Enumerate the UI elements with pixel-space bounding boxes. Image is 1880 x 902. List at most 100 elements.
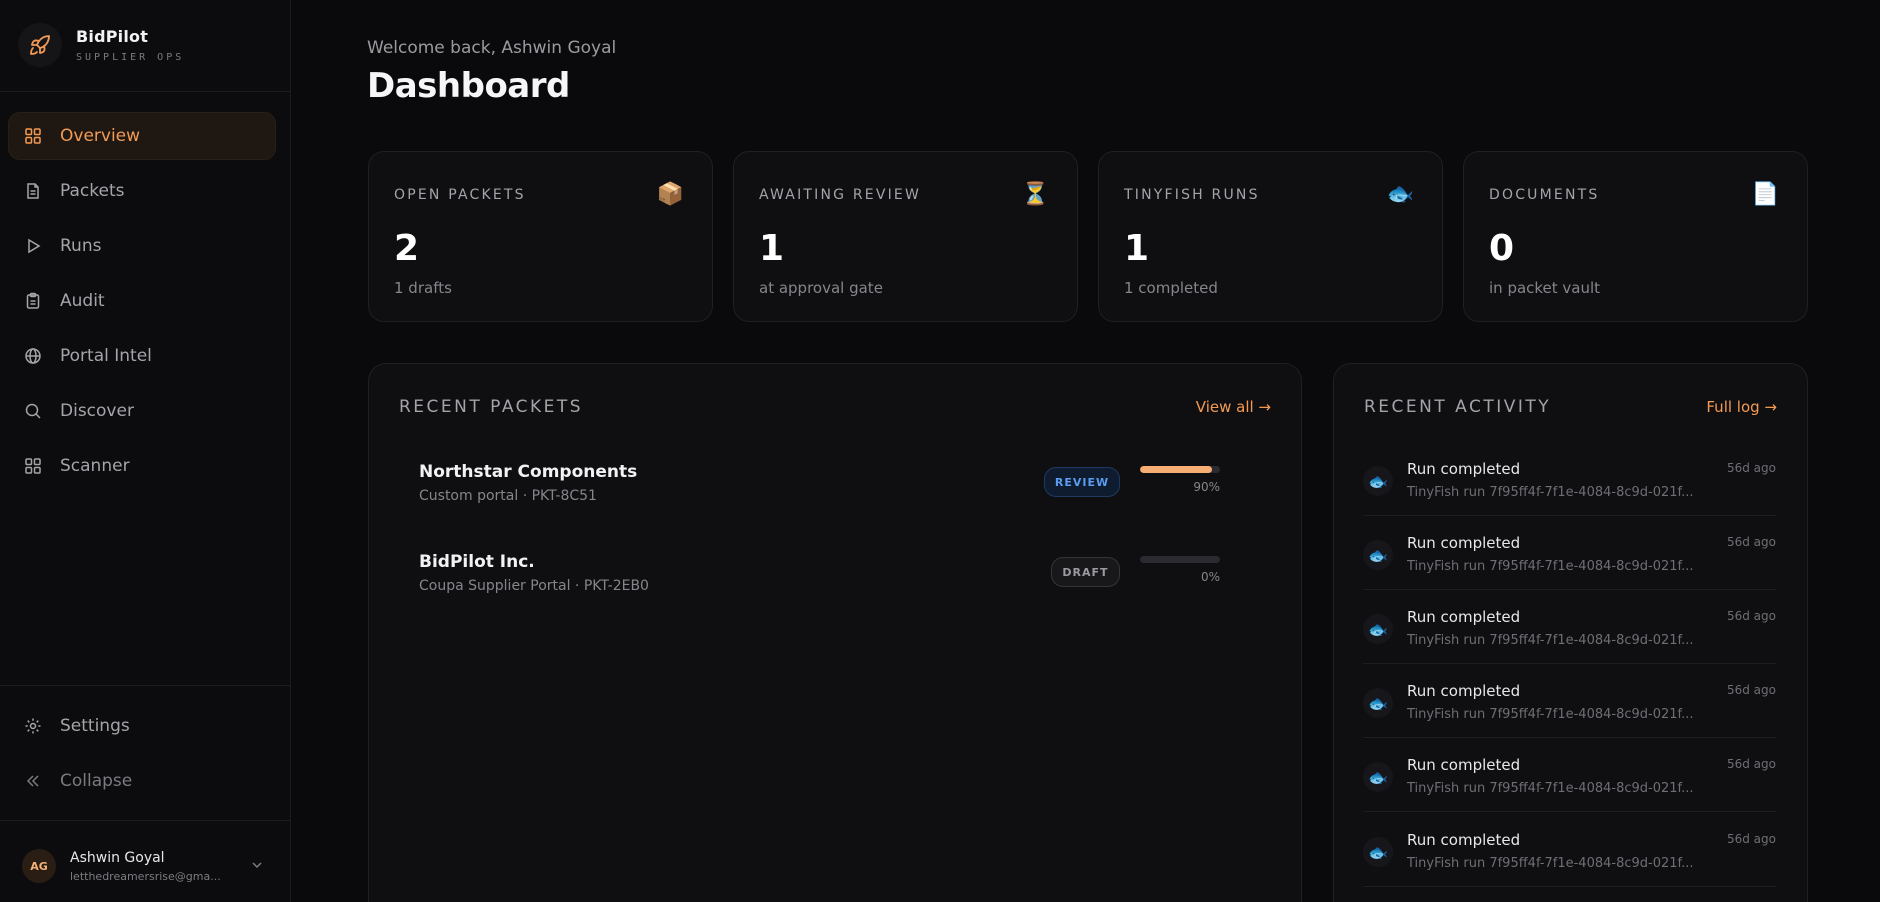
sidebar-item-label: Collapse: [60, 771, 133, 791]
sidebar-item-overview[interactable]: Overview: [8, 112, 276, 160]
activity-title: Run completed: [1407, 460, 1521, 478]
stat-subtext: in packet vault: [1489, 279, 1601, 297]
document-icon: [23, 181, 43, 201]
stat-card-tinyfish-runs[interactable]: TINYFISH RUNS 🐟 1 1 completed: [1098, 151, 1443, 322]
fish-icon: 🐟: [1363, 540, 1393, 570]
sidebar-divider: [0, 685, 290, 686]
stat-card-awaiting-review[interactable]: AWAITING REVIEW ⏳ 1 at approval gate: [733, 151, 1078, 322]
activity-item[interactable]: 🐟 Run completed TinyFish run 7f95ff4f-7f…: [1363, 602, 1776, 664]
activity-timestamp: 56d ago: [1726, 535, 1776, 549]
stat-label: OPEN PACKETS: [394, 187, 526, 203]
chevron-down-icon: [250, 857, 264, 876]
gear-icon: [23, 716, 43, 736]
stat-value: 1: [759, 228, 785, 269]
stat-value: 1: [1124, 228, 1150, 269]
sidebar-item-label: Runs: [60, 236, 102, 256]
sidebar-nav: Overview Packets Runs Audit Portal Intel: [8, 112, 276, 497]
activity-item[interactable]: 🐟 Run completed TinyFish run 7f95ff4f-7f…: [1363, 676, 1776, 738]
activity-title: Run completed: [1407, 756, 1521, 774]
progress-bar: [1140, 466, 1220, 473]
fish-icon: 🐟: [1386, 182, 1414, 207]
fish-icon: 🐟: [1363, 762, 1393, 792]
brand-subtitle: SUPPLIER OPS: [76, 52, 185, 63]
stat-card-documents[interactable]: DOCUMENTS 📄 0 in packet vault: [1463, 151, 1808, 322]
sidebar-divider: [0, 91, 290, 92]
activity-item[interactable]: 🐟 Run completed TinyFish run 7f95ff4f-7f…: [1363, 528, 1776, 590]
user-menu[interactable]: AG Ashwin Goyal letthedreamersrise@gma..…: [22, 845, 272, 887]
status-badge: DRAFT: [1051, 557, 1120, 587]
progress-percent: 90%: [1193, 480, 1220, 494]
activity-description: TinyFish run 7f95ff4f-7f1e-4084-8c9d-021…: [1407, 633, 1694, 648]
sidebar-bottom-nav: Settings Collapse: [8, 702, 276, 812]
grid-icon: [23, 456, 43, 476]
stat-subtext: 1 completed: [1124, 279, 1218, 297]
page-title: Dashboard: [367, 66, 570, 106]
packet-row[interactable]: BidPilot Inc. Coupa Supplier Portal · PK…: [419, 552, 1259, 608]
activity-item[interactable]: 🐟 Run completed TinyFish run 7f95ff4f-7f…: [1363, 454, 1776, 516]
activity-description: TinyFish run 7f95ff4f-7f1e-4084-8c9d-021…: [1407, 559, 1694, 574]
recent-activity-panel: RECENT ACTIVITY Full log → 🐟 Run complet…: [1333, 363, 1808, 902]
activity-item[interactable]: 🐟 Run completed TinyFish run 7f95ff4f-7f…: [1363, 825, 1776, 887]
fish-icon: 🐟: [1363, 466, 1393, 496]
sidebar-item-portal-intel[interactable]: Portal Intel: [8, 332, 276, 380]
packet-meta: Coupa Supplier Portal · PKT-2EB0: [419, 578, 649, 594]
activity-title: Run completed: [1407, 534, 1521, 552]
activity-title: Run completed: [1407, 608, 1521, 626]
user-email: letthedreamersrise@gma...: [70, 869, 221, 883]
packet-row[interactable]: Northstar Components Custom portal · PKT…: [419, 462, 1259, 518]
activity-timestamp: 56d ago: [1726, 757, 1776, 771]
stat-subtext: 1 drafts: [394, 279, 452, 297]
progress-percent: 0%: [1200, 570, 1220, 584]
stat-subtext: at approval gate: [759, 279, 883, 297]
sidebar-item-scanner[interactable]: Scanner: [8, 442, 276, 490]
avatar: AG: [22, 849, 56, 883]
clipboard-icon: [23, 291, 43, 311]
rocket-logo-icon: [18, 23, 62, 67]
sidebar-item-audit[interactable]: Audit: [8, 277, 276, 325]
sidebar-item-label: Discover: [60, 401, 134, 421]
welcome-message: Welcome back, Ashwin Goyal: [367, 38, 617, 58]
document-icon: 📄: [1751, 182, 1779, 207]
sidebar-divider: [0, 820, 290, 821]
full-log-link[interactable]: Full log →: [1706, 398, 1777, 416]
progress-fill: [1140, 466, 1212, 473]
activity-timestamp: 56d ago: [1726, 461, 1776, 475]
sidebar-item-packets[interactable]: Packets: [8, 167, 276, 215]
status-badge: REVIEW: [1044, 467, 1120, 497]
recent-packets-panel: RECENT PACKETS View all → Northstar Comp…: [368, 363, 1302, 902]
activity-title: Run completed: [1407, 682, 1521, 700]
view-all-link[interactable]: View all →: [1196, 398, 1271, 416]
sidebar-item-runs[interactable]: Runs: [8, 222, 276, 270]
activity-timestamp: 56d ago: [1726, 683, 1776, 697]
sidebar: BidPilot SUPPLIER OPS Overview Packets R…: [0, 0, 291, 902]
search-icon: [23, 401, 43, 421]
sidebar-item-label: Settings: [60, 716, 130, 736]
sidebar-item-label: Packets: [60, 181, 125, 201]
stat-label: DOCUMENTS: [1489, 187, 1600, 203]
activity-item[interactable]: 🐟 Run completed TinyFish run 7f95ff4f-7f…: [1363, 750, 1776, 812]
activity-description: TinyFish run 7f95ff4f-7f1e-4084-8c9d-021…: [1407, 856, 1694, 871]
packet-meta: Custom portal · PKT-8C51: [419, 488, 597, 504]
sidebar-item-settings[interactable]: Settings: [8, 702, 276, 750]
sidebar-item-label: Overview: [60, 126, 141, 146]
play-icon: [23, 236, 43, 256]
panel-title: RECENT ACTIVITY: [1364, 397, 1552, 417]
brand[interactable]: BidPilot SUPPLIER OPS: [18, 22, 184, 68]
collapse-button[interactable]: Collapse: [8, 757, 276, 805]
stat-label: AWAITING REVIEW: [759, 187, 922, 203]
stat-value: 2: [394, 228, 420, 269]
activity-timestamp: 56d ago: [1726, 832, 1776, 846]
sidebar-item-discover[interactable]: Discover: [8, 387, 276, 435]
globe-icon: [23, 346, 43, 366]
stat-label: TINYFISH RUNS: [1124, 187, 1260, 203]
fish-icon: 🐟: [1363, 614, 1393, 644]
activity-title: Run completed: [1407, 831, 1521, 849]
stat-card-open-packets[interactable]: OPEN PACKETS 📦 2 1 drafts: [368, 151, 713, 322]
brand-name: BidPilot: [76, 27, 149, 46]
grid-icon: [23, 126, 43, 146]
stat-value: 0: [1489, 228, 1515, 269]
chevrons-left-icon: [23, 771, 43, 791]
packet-name: Northstar Components: [419, 462, 638, 482]
progress-bar: [1140, 556, 1220, 563]
fish-icon: 🐟: [1363, 837, 1393, 867]
